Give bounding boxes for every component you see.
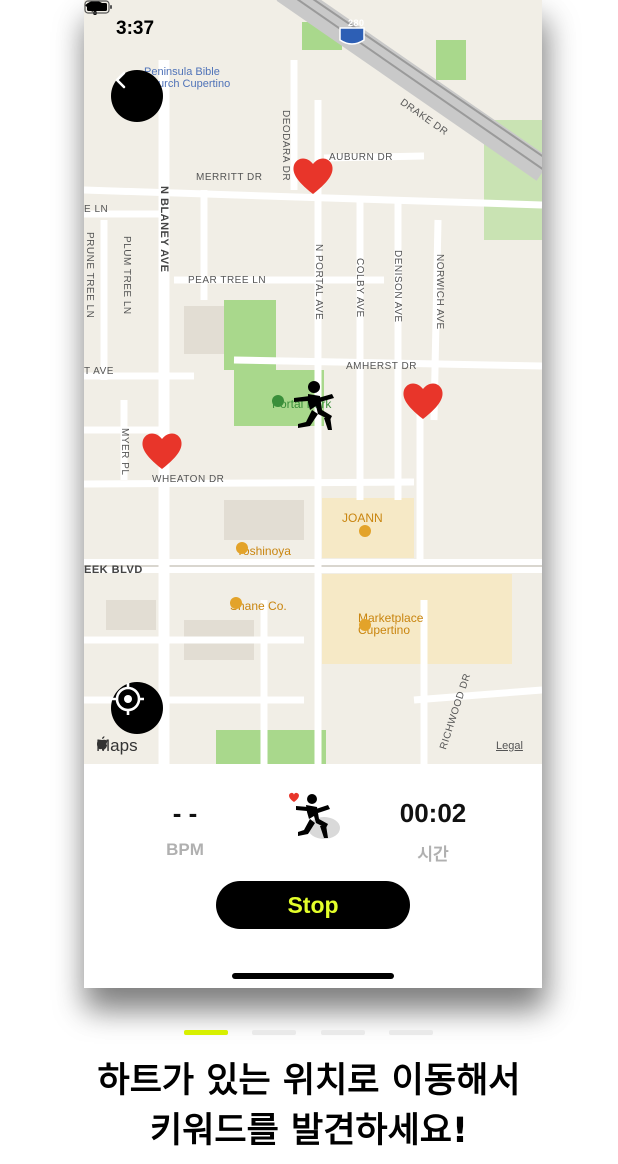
status-time: 3:37 xyxy=(116,18,155,39)
heart-marker-icon[interactable] xyxy=(401,381,445,421)
street-portal: N PORTAL AVE xyxy=(313,244,324,321)
street-myer: MYER PL xyxy=(119,428,130,476)
apple-logo-icon xyxy=(97,736,107,750)
crosshair-icon xyxy=(112,683,144,715)
caption-line-1: 하트가 있는 위치로 이동해서 xyxy=(97,1061,521,1101)
map-view[interactable]: 3:37 Peninsula Bible Church Cupertino 28… xyxy=(84,0,542,764)
street-blaney: N BLANEY AVE xyxy=(158,186,170,273)
elapsed-time-label: 시간 xyxy=(417,845,449,864)
street-prune-tree: PRUNE TREE LN xyxy=(84,232,95,319)
stop-button[interactable]: Stop xyxy=(216,881,410,929)
caption-line-2: 키워드를 발견하세요! xyxy=(150,1111,468,1151)
marketplace-pin-icon xyxy=(359,619,371,631)
park-pin-icon xyxy=(272,395,284,407)
battery-icon xyxy=(84,0,112,14)
elapsed-time-value: 00:02 xyxy=(399,798,467,828)
page-dot[interactable] xyxy=(389,1030,433,1035)
street-amherst: AMHERST DR xyxy=(346,361,417,372)
home-indicator[interactable] xyxy=(232,973,394,979)
street-auburn: AUBURN DR xyxy=(329,152,393,163)
poi-joann-label: JOANN xyxy=(342,511,383,525)
bpm-value: - - xyxy=(172,798,198,828)
yoshinoya-pin-icon xyxy=(236,542,248,554)
street-merritt: MERRITT DR xyxy=(196,172,263,183)
street-colby: COLBY AVE xyxy=(354,258,365,318)
phone-screen: 3:37 Peninsula Bible Church Cupertino 28… xyxy=(84,0,542,988)
chevron-left-icon xyxy=(115,71,126,89)
poi-yoshinoya[interactable]: Yoshinoya xyxy=(236,542,291,560)
street-plum-tree: PLUM TREE LN xyxy=(121,236,132,315)
poi-shane[interactable]: Shane Co. xyxy=(230,597,287,615)
street-pear-tree: PEAR TREE LN xyxy=(188,275,267,286)
street-ave-left: T AVE xyxy=(84,366,114,377)
heart-marker-icon[interactable] xyxy=(291,156,335,196)
status-bar: 3:37 xyxy=(84,0,542,50)
maps-attribution: Maps xyxy=(96,736,138,756)
runner-position-icon xyxy=(294,381,334,430)
street-ln-left: E LN xyxy=(84,204,109,215)
street-norwich: NORWICH AVE xyxy=(434,254,445,330)
street-creek-blvd: EEK BLVD xyxy=(84,564,143,576)
heart-marker-icon[interactable] xyxy=(140,431,184,471)
onboarding-caption: 하트가 있는 위치로 이동해서 키워드를 발견하세요! xyxy=(0,1056,618,1156)
legal-link[interactable]: Legal xyxy=(496,740,523,752)
workout-panel: - - BPM 00:02 시간 Stop xyxy=(84,764,542,988)
street-denison: DENISON AVE xyxy=(392,250,403,323)
locate-me-button[interactable] xyxy=(111,682,163,734)
poi-marketplace[interactable]: Marketplace Cupertino xyxy=(358,612,423,639)
page-dot[interactable] xyxy=(252,1030,296,1035)
joann-pin-icon xyxy=(359,525,371,537)
heart-runner-icon xyxy=(289,792,340,839)
page-indicator xyxy=(184,1030,434,1038)
page-dot-active[interactable] xyxy=(184,1030,228,1035)
street-deodara: DEODARA DR xyxy=(280,110,291,182)
bpm-label: BPM xyxy=(166,840,204,859)
shane-pin-icon xyxy=(230,597,242,609)
page-dot[interactable] xyxy=(321,1030,365,1035)
street-wheaton: WHEATON DR xyxy=(152,474,225,485)
back-button[interactable] xyxy=(111,70,163,122)
